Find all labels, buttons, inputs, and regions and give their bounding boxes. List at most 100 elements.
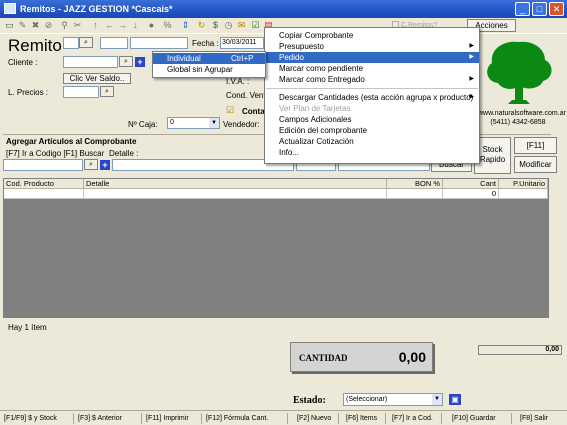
menu-item-label: Presupuesto (279, 42, 324, 51)
column-header[interactable]: Detalle (84, 179, 387, 189)
menu-item-actualizar-cotizacion[interactable]: Actualizar Cotización (265, 136, 479, 147)
search-icon[interactable]: ⚲ (59, 20, 70, 31)
left-arrow-icon[interactable]: ← (104, 20, 115, 31)
l-precios-input[interactable] (63, 86, 99, 98)
menu-item-shortcut: Ctrl+P (231, 54, 254, 63)
modificar-button[interactable]: Modificar (514, 156, 557, 173)
table-cell[interactable] (387, 189, 443, 199)
estado-label: Estado: (293, 395, 326, 406)
delete-icon[interactable]: ✖ (30, 20, 41, 31)
clic-ver-saldo-button[interactable]: Clic Ver Saldo.. (63, 73, 131, 84)
menu-item-label: Edición del comprobante (279, 126, 368, 135)
add-cliente-button[interactable]: + (135, 57, 145, 67)
shortcut-item[interactable]: [F11] Imprimir (144, 413, 202, 424)
percent-icon[interactable]: % (162, 20, 173, 31)
codigo-search-button[interactable]: ⌕ (84, 159, 98, 170)
cliente-label: Cliente : (8, 58, 38, 67)
clock-icon[interactable]: ◷ (223, 20, 234, 31)
cancel-icon[interactable]: ⊘ (43, 20, 54, 31)
cliente-input[interactable] (63, 56, 118, 68)
money-icon[interactable]: $ (210, 20, 221, 31)
remito-type-search-button[interactable]: ⌕ (79, 37, 93, 48)
page-title: Remito (8, 36, 62, 55)
table-cell[interactable]: 0 (443, 189, 499, 199)
menu-item-descargar-cantidades[interactable]: Descargar Cantidades (esta acción agrupa… (265, 92, 479, 103)
menu-item-label: Descargar Cantidades (esta acción agrupa… (279, 93, 474, 102)
cantidad-label: CANTIDAD (299, 353, 348, 363)
shortcut-item[interactable]: [F1/F9] $ y Stock (2, 413, 74, 424)
menu-item-pedido[interactable]: Pedido ▶ (265, 52, 479, 63)
iva-label: I.V.A. : (226, 77, 250, 86)
right-arrow-icon[interactable]: → (117, 20, 128, 31)
cut-icon[interactable]: ✂ (72, 20, 83, 31)
menu-item-label: Campos Adicionales (279, 115, 352, 124)
check-icon[interactable]: ☑ (250, 20, 261, 31)
menu-item-label: Ver Plan de Tarjetas (279, 104, 351, 113)
menu-item-campos-adicionales[interactable]: Campos Adicionales (265, 114, 479, 125)
shortcut-item[interactable]: [F8] Salir (518, 413, 564, 424)
shortcut-item[interactable]: [F2] Nuevo (295, 413, 339, 424)
submenu-item-global-sin-agrupar[interactable]: Global sin Agrupar (153, 64, 265, 75)
menu-item-marcar-pendiente[interactable]: Marcar como pendiente (265, 63, 479, 74)
items-table[interactable]: Cod. Producto Detalle BON % Cant P.Unita… (3, 178, 549, 318)
down-arrow-icon[interactable]: ↓ (130, 20, 141, 31)
submenu-arrow-icon: ▶ (469, 54, 474, 60)
menu-item-label: Pedido (279, 53, 304, 62)
remito-type-input[interactable] (63, 37, 79, 49)
new-icon[interactable]: ▭ (4, 20, 15, 31)
column-header[interactable]: Cant (443, 179, 499, 189)
submenu-arrow-icon: ▶ (469, 76, 474, 82)
remito-number-input[interactable] (130, 37, 188, 49)
menu-item-label: Actualizar Cotización (279, 137, 354, 146)
email-icon[interactable]: ✉ (236, 20, 247, 31)
up-arrow-icon[interactable]: ↑ (90, 20, 101, 31)
edit-icon[interactable]: ✎ (17, 20, 28, 31)
shortcut-item[interactable]: [F12] Fórmula Cant. (204, 413, 288, 424)
table-cell[interactable] (499, 189, 548, 199)
refresh-icon[interactable]: ↻ (196, 20, 207, 31)
f11-borrar-button[interactable]: [F11] Borrar (514, 137, 557, 165)
shortcut-item[interactable]: [F7] Ir a Cod. (390, 413, 442, 424)
logo-text: www.naturalsoftware.com.ar (5411) 4342-6… (478, 109, 566, 127)
contab-icon: ☑ (226, 105, 235, 115)
n-caja-select[interactable]: 0 ▼ (167, 117, 220, 129)
codigo-input[interactable] (3, 159, 83, 171)
save-icon[interactable]: ▣ (449, 394, 461, 405)
add-articulo-button[interactable]: + (100, 160, 110, 170)
shortcut-item[interactable]: [F10] Guardar (450, 413, 512, 424)
menu-item-copiar-comprobante[interactable]: Copiar Comprobante (265, 30, 479, 41)
menu-separator (266, 88, 478, 89)
menu-item-label: Copiar Comprobante (279, 31, 354, 40)
menu-item-marcar-entregado[interactable]: Marcar como Entregado ▶ (265, 74, 479, 85)
menu-item-edicion-comprobante[interactable]: Edición del comprobante (265, 125, 479, 136)
submenu-arrow-icon: ▶ (469, 94, 474, 100)
logo-phone: (5411) 4342-6858 (490, 119, 546, 126)
table-cell[interactable] (84, 189, 387, 199)
chevron-down-icon[interactable]: ▼ (209, 118, 219, 128)
circle-icon[interactable]: ● (146, 20, 157, 31)
l-precios-label: L. Precios : (8, 88, 49, 97)
maximize-button[interactable]: □ (532, 2, 547, 16)
column-header[interactable]: Cod. Producto (4, 179, 84, 189)
menu-item-label: Marcar como Entregado (279, 75, 365, 84)
shortcut-item[interactable]: [F3] $ Anterior (76, 413, 142, 424)
estado-value: (Seleccionar) (346, 396, 388, 403)
cliente-search-button[interactable]: ⌕ (119, 56, 133, 67)
sort-icon[interactable]: ⇕ (180, 20, 191, 31)
context-menu: Copiar Comprobante Presupuesto ▶ Pedido ▶ … (264, 27, 480, 164)
fecha-input[interactable]: 30/03/2011 (220, 37, 264, 49)
column-header[interactable]: BON % (387, 179, 443, 189)
menu-item-info[interactable]: Info... (265, 147, 479, 158)
close-button[interactable]: ✕ (549, 2, 564, 16)
menu-item-presupuesto[interactable]: Presupuesto ▶ (265, 41, 479, 52)
minimize-button[interactable]: _ (515, 2, 530, 16)
shortcut-item[interactable]: [F6] Items (344, 413, 386, 424)
submenu-item-individual[interactable]: Individual Ctrl+P (153, 53, 265, 64)
estado-select[interactable]: (Seleccionar) ▼ (343, 393, 443, 406)
l-precios-search-button[interactable]: ⌕ (100, 86, 114, 97)
title-bar: Remitos - JAZZ GESTION *Cascais* (0, 0, 567, 18)
chevron-down-icon[interactable]: ▼ (432, 394, 442, 405)
remito-sucursal-input[interactable] (100, 37, 128, 49)
table-cell[interactable] (4, 189, 84, 199)
column-header[interactable]: P.Unitario (499, 179, 548, 189)
